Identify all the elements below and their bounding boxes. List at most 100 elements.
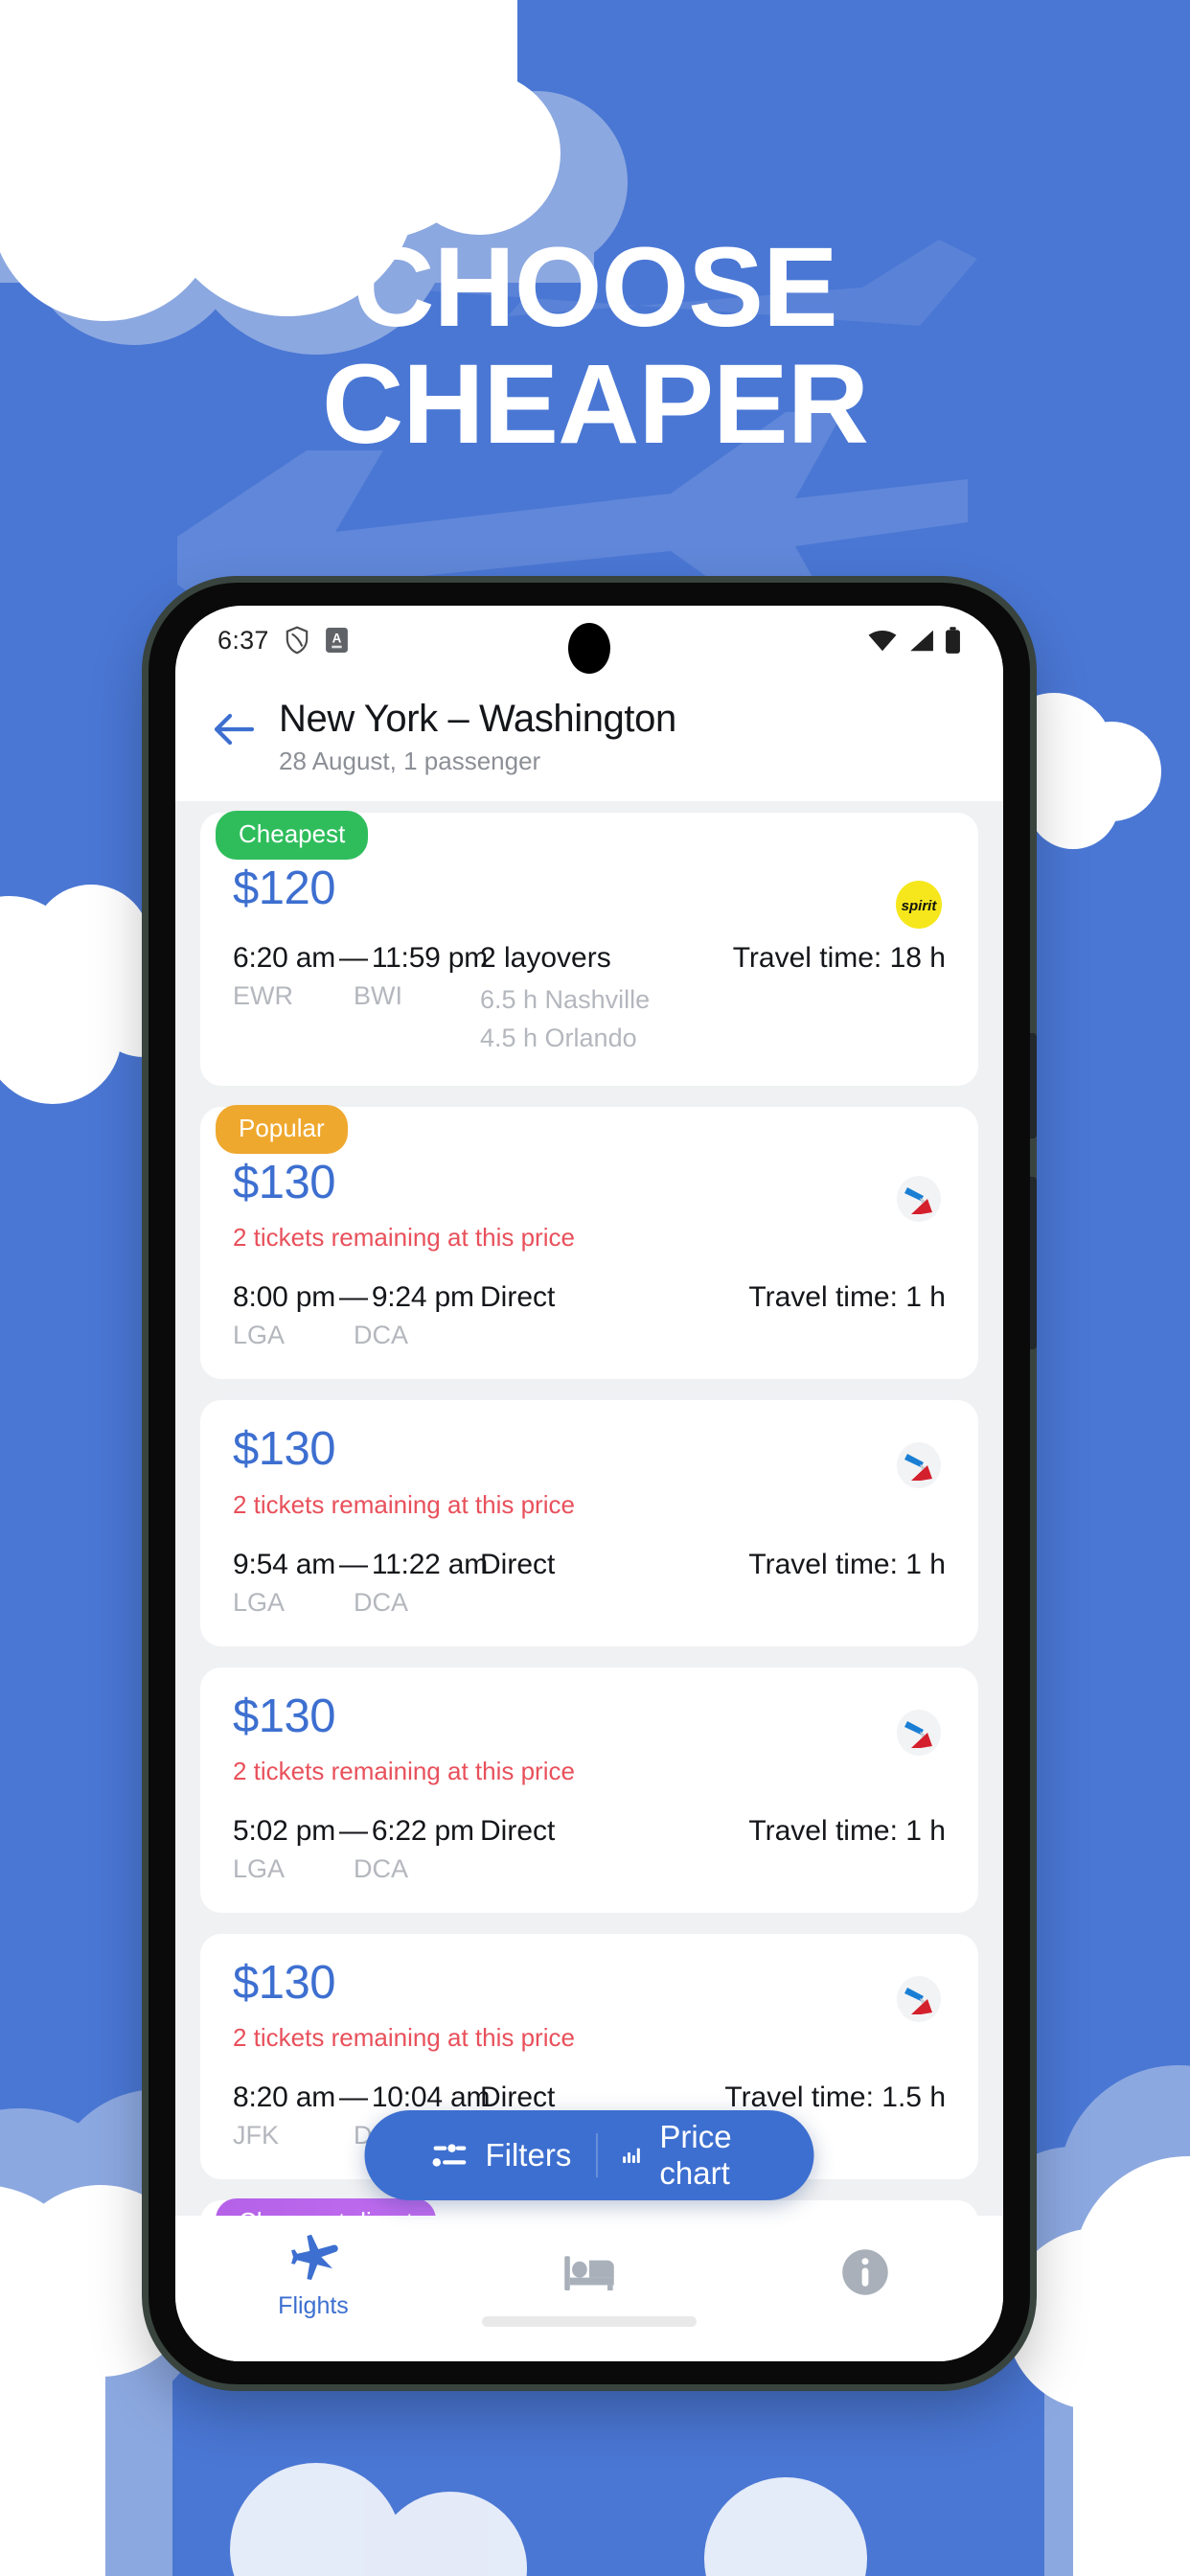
battery-icon xyxy=(946,627,960,654)
hotel-bed-icon xyxy=(564,2256,614,2291)
flight-airport-codes: LGA DCA xyxy=(233,1588,480,1618)
flight-time-range: 9:54 am —11:22 am xyxy=(233,1548,489,1580)
flight-stops: 2 layovers xyxy=(480,942,611,975)
flight-airport-codes: LGA DCA xyxy=(233,1854,480,1884)
svg-text:spirit: spirit xyxy=(902,898,938,914)
phone-power-button[interactable] xyxy=(1030,1177,1037,1349)
flight-card-body[interactable]: $130 2 tickets remaining at this price 5:0… xyxy=(200,1667,978,1914)
airplane-icon xyxy=(291,2234,338,2280)
flight-card[interactable]: $130 2 tickets remaining at this price 5:0… xyxy=(200,1667,978,1914)
phone-volume-button[interactable] xyxy=(1030,1033,1037,1138)
status-bar-time: 6:37 xyxy=(217,625,269,655)
depart-airport-code: JFK xyxy=(233,2121,280,2150)
flight-travel-time-column: Travel time: 18 h xyxy=(733,942,946,975)
back-arrow-icon xyxy=(214,713,255,746)
filters-price-chart-bar[interactable]: Filters Price chart xyxy=(364,2110,814,2200)
info-circle-icon xyxy=(842,2249,888,2295)
status-bar: 6:37 A xyxy=(175,606,1003,675)
back-button[interactable] xyxy=(214,713,255,750)
price-chart-button[interactable]: Price chart xyxy=(598,2119,772,2192)
bar-chart-icon xyxy=(623,2148,640,2163)
flight-price: $130 xyxy=(233,1957,336,2010)
arrive-airport-code: DCA xyxy=(354,1321,409,1350)
wifi-icon xyxy=(868,630,897,651)
flight-times-column: 5:02 pm —6:22 pm LGA DCA xyxy=(233,1815,480,1884)
flight-stops: Direct xyxy=(480,1815,556,1848)
flight-stops-column: Direct xyxy=(480,1815,748,1848)
flight-price: $120 xyxy=(233,862,336,914)
home-indicator[interactable] xyxy=(482,2316,697,2327)
tickets-remaining-warning: 2 tickets remaining at this price xyxy=(233,1489,575,1519)
flight-travel-time: Travel time: 1 h xyxy=(748,1548,946,1580)
american-airlines-logo xyxy=(897,1442,941,1489)
airline-logo: spirit xyxy=(892,878,946,936)
flight-times-column: 9:54 am —11:22 am LGA DCA xyxy=(233,1548,489,1618)
page-subtitle: 28 August, 1 passenger xyxy=(279,747,541,775)
flight-times-column: 8:00 pm —9:24 pm LGA DCA xyxy=(233,1281,480,1350)
headline-line-1: CHOOSE xyxy=(353,224,837,351)
filters-label: Filters xyxy=(485,2137,572,2173)
airline-logo xyxy=(892,1438,946,1497)
layover-item: 6.5 h Nashville xyxy=(480,985,651,1015)
airline-logo xyxy=(892,1972,946,2031)
layover-item: 4.5 h Orlando xyxy=(480,1023,637,1052)
price-chart-label: Price chart xyxy=(659,2119,732,2191)
flight-stops-column: Direct xyxy=(480,1549,748,1581)
flight-stops-column: Direct xyxy=(480,1281,748,1314)
nav-item-hotels[interactable] xyxy=(451,2249,727,2303)
flight-airport-codes: EWR BWI xyxy=(233,981,480,1011)
shield-icon xyxy=(286,626,308,655)
depart-airport-code: LGA xyxy=(233,1321,286,1350)
flight-stops: Direct xyxy=(480,1548,556,1580)
flight-layovers: 6.5 h Nashville 4.5 h Orlando xyxy=(480,981,733,1056)
flight-times-column: 6:20 am —11:59 pm EWR BWI xyxy=(233,942,489,1011)
arrive-airport-code: BWI xyxy=(354,981,402,1011)
airline-logo xyxy=(892,1706,946,1764)
american-airlines-logo xyxy=(897,1709,941,1756)
app-bar: New York – Washington 28 August, 1 passe… xyxy=(175,675,1003,801)
arrive-airport-code: DCA xyxy=(354,1587,409,1617)
flight-travel-time: Travel time: 1 h xyxy=(748,1815,946,1848)
flight-price: $130 xyxy=(233,1423,336,1476)
filters-button[interactable]: Filters xyxy=(406,2137,596,2174)
flight-travel-time: Travel time: 18 h xyxy=(732,942,946,975)
phone-screen: 6:37 A New York – Washington 28 August, … xyxy=(175,606,1003,2361)
depart-airport-code: EWR xyxy=(233,981,293,1011)
flight-results-list[interactable]: Cheapest spirit $120 6:20 am —11:59 pm EWR BWI… xyxy=(175,811,1003,2282)
flight-card[interactable]: $130 2 tickets remaining at this price 9:5… xyxy=(200,1400,978,1646)
phone-mockup: 6:37 A New York – Washington 28 August, … xyxy=(149,583,1037,2384)
flight-details-row: 5:02 pm —6:22 pm LGA DCA Direct Travel time: … xyxy=(233,1815,946,1884)
flight-details-row: 9:54 am —11:22 am LGA DCA Direct Travel time:… xyxy=(233,1549,946,1618)
flight-travel-time-column: Travel time: 1 h xyxy=(748,1549,946,1581)
status-badge: Popular xyxy=(216,1104,348,1154)
airline-logo xyxy=(892,1172,946,1230)
flight-time-range: 5:02 pm —6:22 pm xyxy=(233,1815,474,1848)
flight-stops: Direct xyxy=(480,1281,556,1314)
flight-price: $130 xyxy=(233,1690,336,1742)
nav-item-flights[interactable]: Flights xyxy=(175,2233,451,2320)
spirit-airlines-logo: spirit xyxy=(896,881,942,929)
arrive-airport-code: DCA xyxy=(354,1854,409,1884)
tickets-remaining-warning: 2 tickets remaining at this price xyxy=(233,1757,575,1786)
flight-travel-time: Travel time: 1 h xyxy=(748,1281,946,1314)
flight-airport-codes: LGA DCA xyxy=(233,1321,480,1350)
tickets-remaining-warning: 2 tickets remaining at this price xyxy=(233,2023,575,2053)
flight-travel-time-column: Travel time: 1 h xyxy=(748,1281,946,1314)
flight-card[interactable]: Cheapest spirit $120 6:20 am —11:59 pm EWR BWI… xyxy=(200,811,978,1086)
page-title: New York – Washington xyxy=(279,698,676,740)
flight-details-row: 8:00 pm —9:24 pm LGA DCA Direct Travel time: … xyxy=(233,1281,946,1350)
flight-travel-time-column: Travel time: 1 h xyxy=(748,1815,946,1848)
flight-stops-column: 2 layovers 6.5 h Nashville 4.5 h Orlando xyxy=(480,942,733,1056)
flight-card[interactable]: Popular $130 2 tickets remaining at this p… xyxy=(200,1104,978,1380)
nav-item-info[interactable] xyxy=(727,2247,1003,2305)
a-badge-icon: A xyxy=(325,628,348,653)
american-airlines-logo xyxy=(897,1175,941,1222)
flight-card-body[interactable]: $130 2 tickets remaining at this price 9:5… xyxy=(200,1400,978,1646)
camera-punch-hole xyxy=(568,623,610,674)
tickets-remaining-warning: 2 tickets remaining at this price xyxy=(233,1223,575,1253)
flight-time-range: 6:20 am —11:59 pm xyxy=(233,942,489,975)
depart-airport-code: LGA xyxy=(233,1587,286,1617)
bottom-navigation[interactable]: Flights xyxy=(175,2216,1003,2361)
american-airlines-logo xyxy=(897,1976,941,2023)
cellular-signal-icon xyxy=(910,630,933,651)
